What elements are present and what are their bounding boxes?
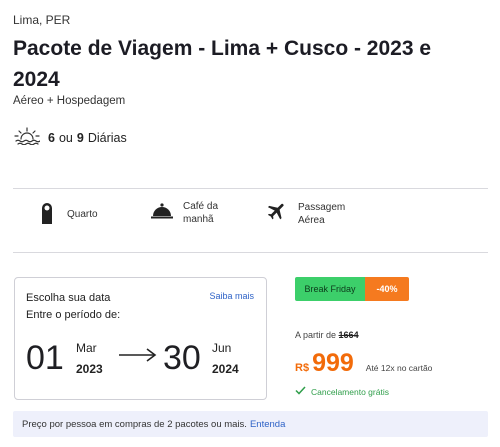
- check-icon: [295, 386, 311, 397]
- period-label: Entre o período de:: [26, 309, 121, 321]
- nights-connector: ou: [58, 130, 73, 145]
- installments-label: Até 12x no cartão: [365, 363, 433, 373]
- door-hanger-icon: [40, 200, 54, 229]
- amenity-label-line1: Passagem: [298, 201, 346, 213]
- divider: [13, 252, 488, 253]
- price-note-banner: Preço por pessoa em compras de 2 pacotes…: [13, 411, 488, 437]
- old-price: 1664: [338, 330, 359, 340]
- amenity-breakfast: Café da manhã: [151, 200, 218, 226]
- end-month: Jun: [212, 341, 232, 355]
- end-day: 30: [163, 339, 201, 377]
- start-day: 01: [26, 339, 64, 377]
- nights-option-2: 9: [76, 130, 84, 145]
- amenities-list: Quarto Café da manhã Passagem Aérea: [13, 200, 488, 240]
- sunrise-icon: [14, 127, 48, 148]
- learn-more-link[interactable]: Saiba mais: [209, 291, 254, 301]
- amenity-room: Quarto: [40, 200, 98, 229]
- currency-symbol: R$: [295, 362, 310, 374]
- nights-info: 6 ou 9 Diárias: [14, 127, 127, 148]
- price-from-label: A partir de 1664: [295, 330, 359, 340]
- from-label: A partir de: [295, 330, 337, 340]
- nights-option-1: 6: [48, 130, 55, 145]
- cloche-icon: [151, 202, 173, 225]
- airplane-icon: [266, 200, 288, 227]
- promo-badge: Break Friday: [295, 277, 365, 301]
- start-month: Mar: [76, 341, 97, 355]
- cancellation-label: Cancelamento grátis: [311, 386, 389, 397]
- price-value: 999: [312, 349, 354, 377]
- amenity-label-line2: Aérea: [298, 214, 325, 226]
- understand-link[interactable]: Entenda: [250, 419, 285, 430]
- free-cancellation: Cancelamento grátis: [295, 386, 389, 397]
- package-subtitle: Aéreo + Hospedagem: [13, 95, 126, 107]
- divider: [13, 188, 488, 189]
- amenity-label-line1: Café da: [183, 201, 219, 212]
- package-title: Pacote de Viagem - Lima + Cusco - 2023 e…: [13, 37, 432, 91]
- choose-date-label: Escolha sua data: [26, 292, 111, 304]
- amenity-label-line2: manhã: [183, 214, 214, 225]
- date-selector[interactable]: Escolha sua data Entre o período de: Sai…: [14, 277, 267, 400]
- arrow-right-icon: [119, 348, 157, 367]
- start-year: 2023: [76, 362, 103, 376]
- end-year: 2024: [212, 362, 239, 376]
- amenity-label: Quarto: [67, 209, 98, 220]
- amenity-flight: Passagem Aérea: [266, 200, 345, 227]
- discount-badge: -40%: [365, 277, 409, 301]
- location-label: Lima, PER: [13, 13, 71, 27]
- price-block: R$ 999 Até 12x no cartão: [295, 349, 432, 377]
- price-note-text: Preço por pessoa em compras de 2 pacotes…: [22, 418, 247, 430]
- nights-label: Diárias: [87, 130, 127, 145]
